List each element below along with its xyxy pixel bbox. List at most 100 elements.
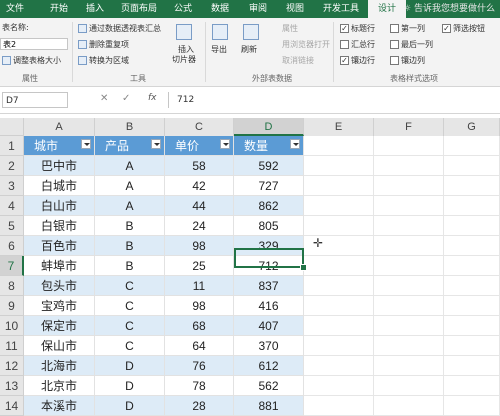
tab-home[interactable]: 开始 (40, 0, 78, 18)
export-button[interactable]: 导出 (211, 44, 227, 55)
table-cell[interactable]: 727 (234, 176, 304, 196)
empty-cell[interactable] (444, 216, 500, 236)
tell-me-box[interactable]: ☼ 告诉我您想要做什么 (403, 0, 495, 18)
empty-cell[interactable] (374, 216, 444, 236)
table-cell[interactable]: 881 (234, 396, 304, 416)
table-cell[interactable]: 25 (165, 256, 234, 276)
row-header-1[interactable]: 1 (0, 136, 24, 156)
table-cell[interactable]: 78 (165, 376, 234, 396)
empty-cell[interactable] (374, 376, 444, 396)
empty-cell[interactable] (304, 216, 374, 236)
empty-cell[interactable] (374, 336, 444, 356)
tab-review[interactable]: 审阅 (243, 0, 273, 18)
column-header-d[interactable]: D (234, 118, 304, 136)
table-cell[interactable]: C (95, 296, 165, 316)
table-cell[interactable]: 862 (234, 196, 304, 216)
table-cell[interactable]: 北海市 (24, 356, 95, 376)
empty-cell[interactable] (374, 356, 444, 376)
filter-dropdown-icon[interactable] (220, 139, 230, 149)
table-cell[interactable]: 407 (234, 316, 304, 336)
row-header-3[interactable]: 3 (0, 176, 24, 196)
tab-developer[interactable]: 开发工具 (318, 0, 364, 18)
formula-input[interactable]: 712 (168, 92, 498, 108)
row-header-14[interactable]: 14 (0, 396, 24, 416)
table-cell[interactable]: B (95, 216, 165, 236)
empty-cell[interactable] (304, 196, 374, 216)
empty-cell[interactable] (444, 296, 500, 316)
summarize-pivot-button[interactable]: 通过数据透视表汇总 (89, 23, 161, 34)
select-all-corner[interactable] (0, 118, 24, 136)
insert-slicer-line2[interactable]: 切片器 (172, 54, 196, 65)
table-cell[interactable]: D (95, 356, 165, 376)
table-cell[interactable]: 42 (165, 176, 234, 196)
empty-cell[interactable] (374, 236, 444, 256)
open-in-browser-button[interactable]: 用浏览器打开 (282, 39, 330, 50)
table-cell[interactable]: 百色市 (24, 236, 95, 256)
column-header-a[interactable]: A (24, 118, 95, 136)
column-header-e[interactable]: E (304, 118, 374, 136)
empty-cell[interactable] (444, 276, 500, 296)
empty-cell[interactable] (374, 396, 444, 416)
table-cell[interactable]: 837 (234, 276, 304, 296)
tab-view[interactable]: 视图 (280, 0, 310, 18)
empty-cell[interactable] (444, 376, 500, 396)
table-cell[interactable]: 保山市 (24, 336, 95, 356)
filter-dropdown-icon[interactable] (151, 139, 161, 149)
table-cell[interactable]: 58 (165, 156, 234, 176)
cancel-icon[interactable]: ✕ (100, 93, 108, 104)
table-cell[interactable]: D (95, 396, 165, 416)
row-header-6[interactable]: 6 (0, 236, 24, 256)
table-cell[interactable]: 68 (165, 316, 234, 336)
empty-cell[interactable] (444, 356, 500, 376)
table-cell[interactable]: A (95, 196, 165, 216)
table-header-cell[interactable]: 单价 (165, 136, 234, 156)
empty-cell[interactable] (444, 236, 500, 256)
empty-cell[interactable] (444, 396, 500, 416)
empty-cell[interactable] (304, 376, 374, 396)
table-name-input[interactable]: 表2 (0, 38, 68, 50)
header-row-checkbox[interactable]: ✓ (340, 24, 349, 33)
filter-dropdown-icon[interactable] (81, 139, 91, 149)
table-cell[interactable]: 白山市 (24, 196, 95, 216)
empty-cell[interactable] (444, 336, 500, 356)
table-cell[interactable]: D (95, 376, 165, 396)
row-header-12[interactable]: 12 (0, 356, 24, 376)
table-cell[interactable]: 805 (234, 216, 304, 236)
empty-cell[interactable] (374, 176, 444, 196)
table-cell[interactable]: 24 (165, 216, 234, 236)
column-header-f[interactable]: F (374, 118, 444, 136)
column-header-b[interactable]: B (95, 118, 165, 136)
row-header-2[interactable]: 2 (0, 156, 24, 176)
resize-table-button[interactable]: 调整表格大小 (13, 55, 61, 66)
tab-page-layout[interactable]: 页面布局 (116, 0, 162, 18)
banded-columns-checkbox[interactable] (390, 56, 399, 65)
fx-icon[interactable]: fx (148, 93, 157, 103)
empty-cell[interactable] (444, 176, 500, 196)
row-header-9[interactable]: 9 (0, 296, 24, 316)
table-cell[interactable]: 白银市 (24, 216, 95, 236)
table-header-cell[interactable]: 城市 (24, 136, 95, 156)
table-cell[interactable]: C (95, 316, 165, 336)
column-header-g[interactable]: G (444, 118, 500, 136)
empty-cell[interactable] (304, 396, 374, 416)
table-cell[interactable]: 北京市 (24, 376, 95, 396)
table-cell[interactable]: 562 (234, 376, 304, 396)
table-cell[interactable]: 612 (234, 356, 304, 376)
row-header-11[interactable]: 11 (0, 336, 24, 356)
row-header-8[interactable]: 8 (0, 276, 24, 296)
tab-file[interactable]: 文件 (0, 0, 30, 18)
table-cell[interactable]: 64 (165, 336, 234, 356)
remove-duplicates-button[interactable]: 删除重复项 (89, 39, 129, 50)
filter-button-checkbox[interactable]: ✓ (442, 24, 451, 33)
empty-cell[interactable] (374, 276, 444, 296)
table-cell[interactable]: 11 (165, 276, 234, 296)
tab-formulas[interactable]: 公式 (168, 0, 198, 18)
last-column-checkbox[interactable] (390, 40, 399, 49)
empty-cell[interactable] (374, 296, 444, 316)
name-box[interactable]: D7 (2, 92, 68, 108)
table-header-cell[interactable]: 数量 (234, 136, 304, 156)
convert-to-range-button[interactable]: 转换为区域 (89, 55, 129, 66)
empty-cell[interactable] (304, 336, 374, 356)
table-cell[interactable]: B (95, 236, 165, 256)
empty-cell[interactable] (444, 316, 500, 336)
